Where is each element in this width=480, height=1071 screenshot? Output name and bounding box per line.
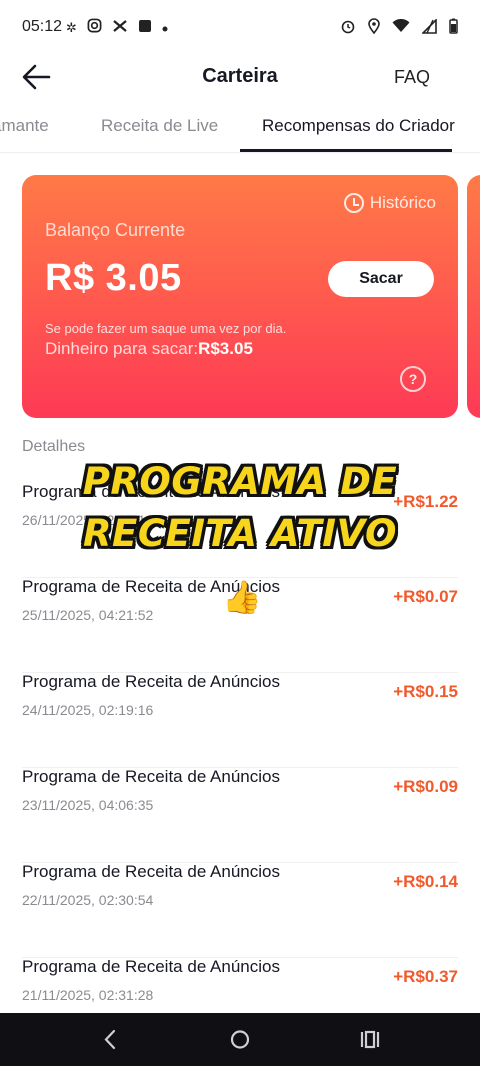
thumbs-up-emoji: 👍 xyxy=(222,579,262,615)
transaction-amount: +R$0.09 xyxy=(393,777,458,796)
signal-icon xyxy=(421,17,437,38)
transaction-row[interactable]: Programa de Receita de Anúncios 24/11/20… xyxy=(22,672,458,768)
nav-home-icon[interactable] xyxy=(210,1013,270,1066)
available-value: R$3.05 xyxy=(198,339,253,358)
available-amount: Dinheiro para sacar:R$3.05 xyxy=(45,339,253,359)
dot-icon xyxy=(162,20,168,36)
next-card-peek[interactable] xyxy=(467,175,480,418)
withdraw-note: Se pode fazer um saque uma vez por dia. xyxy=(45,321,287,336)
transaction-row[interactable]: Programa de Receita de Anúncios 22/11/20… xyxy=(22,862,458,958)
balance-card: Histórico Balanço Currente R$ 3.05 Sacar… xyxy=(22,175,458,418)
transaction-amount: +R$0.07 xyxy=(393,587,458,606)
withdraw-button[interactable]: Sacar xyxy=(328,261,434,297)
transaction-row[interactable]: Programa de Receita de Anúncios 23/11/20… xyxy=(22,767,458,863)
balance-value: R$ 3.05 xyxy=(45,257,182,299)
transaction-amount: +R$0.14 xyxy=(393,872,458,891)
help-icon[interactable]: ? xyxy=(400,366,426,392)
location-icon xyxy=(368,18,380,38)
caption-overlay-line2: RECEITA ATIVO xyxy=(83,512,397,555)
details-heading: Detalhes xyxy=(22,438,86,455)
battery-icon xyxy=(449,18,458,38)
transaction-date: 25/11/2025, 04:21:52 xyxy=(22,607,154,623)
system-icons xyxy=(340,17,458,38)
faq-link[interactable]: FAQ xyxy=(394,67,430,88)
transaction-title: Programa de Receita de Anúncios xyxy=(22,957,280,976)
transaction-amount: +R$0.15 xyxy=(393,682,458,701)
caption-overlay-line1: PROGRAMA DE xyxy=(82,460,398,503)
tab-live-revenue[interactable]: Receita de Live xyxy=(101,116,218,136)
transaction-title: Programa de Receita de Anúncios xyxy=(22,672,280,691)
nav-recents-icon[interactable] xyxy=(340,1013,400,1066)
wifi-icon xyxy=(392,18,410,37)
status-bar: 05:12 ✲ xyxy=(0,0,480,56)
top-app-bar: Carteira FAQ xyxy=(0,56,480,100)
transaction-date: 22/11/2025, 02:30:54 xyxy=(22,892,154,908)
clock-icon xyxy=(343,193,364,213)
app-icon xyxy=(138,19,152,37)
transaction-date: 24/11/2025, 02:19:16 xyxy=(22,702,154,718)
status-time: 05:12 xyxy=(22,18,63,35)
tab-diamante[interactable]: amante xyxy=(0,116,49,136)
capcut-icon xyxy=(112,19,128,37)
history-button[interactable]: Histórico xyxy=(343,193,436,213)
system-nav-bar xyxy=(0,1013,480,1066)
wallet-tabs: amante Receita de Live Recompensas do Cr… xyxy=(0,104,480,153)
balance-label: Balanço Currente xyxy=(45,220,186,240)
link-icon: ✲ xyxy=(66,19,77,35)
available-label: Dinheiro para sacar: xyxy=(45,339,199,358)
tab-creator-rewards[interactable]: Recompensas do Criador xyxy=(262,116,455,136)
nav-back-icon[interactable] xyxy=(80,1013,140,1066)
transaction-amount: +R$0.37 xyxy=(393,967,458,986)
transaction-title: Programa de Receita de Anúncios xyxy=(22,862,280,881)
transaction-date: 23/11/2025, 04:06:35 xyxy=(22,797,154,813)
active-tab-indicator xyxy=(240,149,452,152)
history-label: Histórico xyxy=(369,193,436,212)
transaction-title: Programa de Receita de Anúncios xyxy=(22,767,280,786)
alarm-icon xyxy=(340,18,356,38)
transaction-date: 21/11/2025, 02:31:28 xyxy=(22,987,154,1003)
notification-icons: ✲ xyxy=(66,18,168,37)
instagram-icon xyxy=(87,18,102,37)
